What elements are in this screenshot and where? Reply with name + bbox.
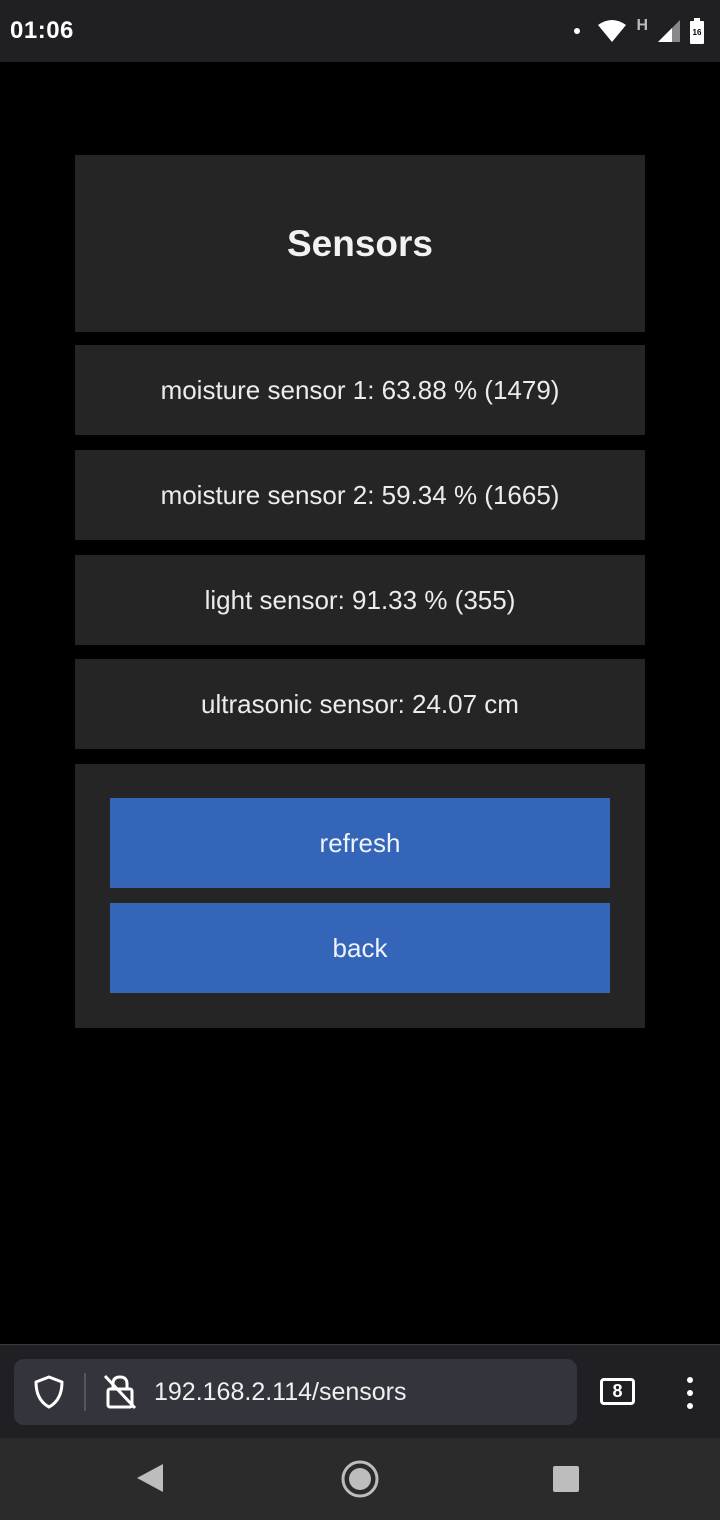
sensors-page: Sensors moisture sensor 1: 63.88 % (1479… bbox=[0, 62, 720, 1344]
sensor-row-light: light sensor: 91.33 % (355) bbox=[75, 555, 645, 645]
page-title: Sensors bbox=[286, 222, 433, 264]
status-time: 01:06 bbox=[10, 17, 74, 44]
site-security-button[interactable] bbox=[86, 1359, 154, 1425]
menu-dot-icon bbox=[687, 1390, 693, 1396]
nav-home-icon[interactable] bbox=[340, 1459, 380, 1499]
wifi-icon bbox=[598, 20, 627, 42]
battery-level: 16 bbox=[693, 28, 702, 37]
title-card: Sensors bbox=[75, 155, 645, 332]
back-button[interactable]: back bbox=[110, 903, 610, 993]
sensor-label: moisture sensor 1: 63.88 % (1479) bbox=[160, 374, 560, 405]
notification-dot-icon bbox=[574, 28, 581, 34]
menu-dot-icon bbox=[687, 1377, 693, 1383]
overflow-menu-button[interactable] bbox=[676, 1373, 704, 1413]
sensor-label: light sensor: 91.33 % (355) bbox=[204, 584, 516, 615]
insecure-lock-icon bbox=[103, 1374, 137, 1410]
browser-toolbar: 192.168.2.114/sensors 8 bbox=[0, 1344, 720, 1438]
sensor-row-moisture-1: moisture sensor 1: 63.88 % (1479) bbox=[75, 345, 645, 435]
address-bar[interactable]: 192.168.2.114/sensors bbox=[14, 1359, 577, 1425]
nav-recents-icon[interactable] bbox=[553, 1466, 579, 1492]
system-nav-bar bbox=[0, 1438, 720, 1520]
sensor-label: moisture sensor 2: 59.34 % (1665) bbox=[160, 479, 560, 510]
tracking-protection-button[interactable] bbox=[14, 1359, 84, 1425]
tab-counter-button[interactable]: 8 bbox=[600, 1378, 635, 1405]
sensor-row-moisture-2: moisture sensor 2: 59.34 % (1665) bbox=[75, 450, 645, 540]
button-panel: refresh back bbox=[75, 764, 645, 1028]
status-bar: 01:06 H 16 bbox=[0, 0, 720, 62]
shield-icon bbox=[34, 1375, 64, 1409]
sensor-label: ultrasonic sensor: 24.07 cm bbox=[201, 688, 519, 719]
menu-dot-icon bbox=[687, 1403, 693, 1409]
battery-icon: 16 bbox=[690, 18, 704, 44]
nav-back-icon[interactable] bbox=[135, 1462, 165, 1494]
url-text[interactable]: 192.168.2.114/sensors bbox=[154, 1378, 407, 1407]
sensor-row-ultrasonic: ultrasonic sensor: 24.07 cm bbox=[75, 659, 645, 749]
network-type-label: H bbox=[636, 17, 648, 34]
signal-icon bbox=[658, 20, 680, 42]
status-icons: H 16 bbox=[574, 16, 704, 46]
refresh-button[interactable]: refresh bbox=[110, 798, 610, 888]
